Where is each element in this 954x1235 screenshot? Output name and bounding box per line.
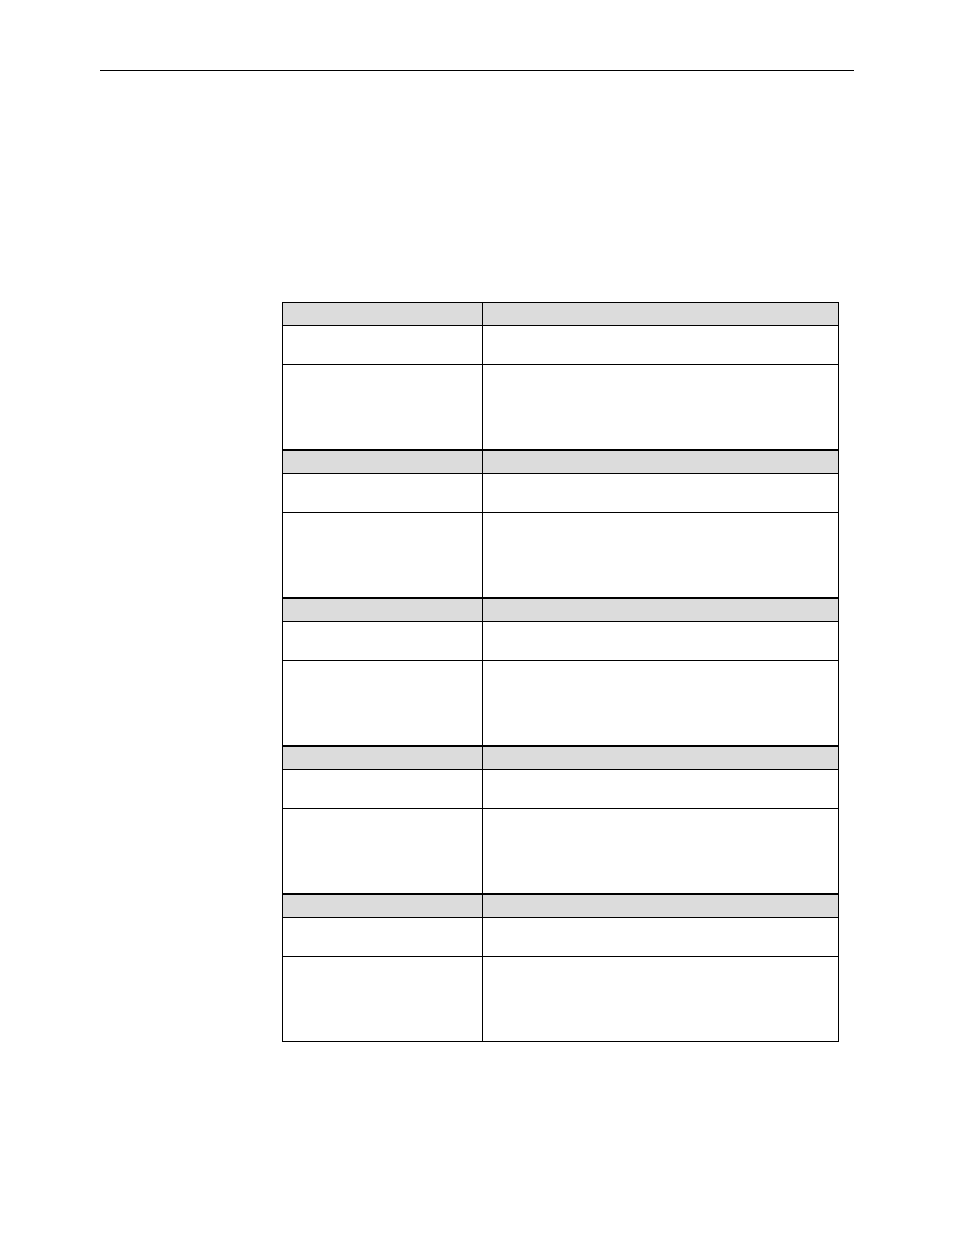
event-block-header-row: [283, 895, 839, 918]
event-block-row: [283, 957, 839, 1042]
page-header: [100, 40, 854, 80]
event-block-cell-left: [283, 770, 483, 809]
event-block-row: [283, 474, 839, 513]
event-block-header-right: [483, 303, 839, 326]
event-block-header-right: [483, 747, 839, 770]
event-block-cell-right: [483, 474, 839, 513]
event-tables-container: [282, 302, 839, 1042]
event-block-cell-left: [283, 474, 483, 513]
event-block: [282, 598, 839, 746]
event-block-header-row: [283, 451, 839, 474]
event-block-cell-right: [483, 918, 839, 957]
event-block: [282, 450, 839, 598]
event-block-cell-right: [483, 809, 839, 894]
event-block-header-left: [283, 747, 483, 770]
event-block-cell-left: [283, 661, 483, 746]
event-block-header-left: [283, 599, 483, 622]
event-block-cell-left: [283, 918, 483, 957]
event-block-cell-right: [483, 622, 839, 661]
event-block-header-row: [283, 747, 839, 770]
event-block-row: [283, 770, 839, 809]
event-block-cell-right: [483, 365, 839, 450]
event-block-row: [283, 365, 839, 450]
event-block-header-right: [483, 451, 839, 474]
event-block-header-left: [283, 303, 483, 326]
event-block-header-left: [283, 451, 483, 474]
event-block-row: [283, 918, 839, 957]
event-block-cell-right: [483, 661, 839, 746]
event-block-cell-left: [283, 326, 483, 365]
event-block-row: [283, 809, 839, 894]
event-block-cell-right: [483, 513, 839, 598]
event-block-header-row: [283, 303, 839, 326]
event-block-row: [283, 622, 839, 661]
event-block-header-row: [283, 599, 839, 622]
event-block-row: [283, 513, 839, 598]
event-block-row: [283, 661, 839, 746]
event-block-cell-left: [283, 957, 483, 1042]
event-block-header-right: [483, 895, 839, 918]
event-block-row: [283, 326, 839, 365]
event-block-cell-left: [283, 622, 483, 661]
header-rule: [100, 70, 854, 71]
event-block: [282, 746, 839, 894]
event-block-cell-left: [283, 365, 483, 450]
event-block: [282, 894, 839, 1042]
event-block-cell-right: [483, 957, 839, 1042]
event-block-cell-left: [283, 513, 483, 598]
event-block-header-right: [483, 599, 839, 622]
event-block-cell-right: [483, 770, 839, 809]
event-block-header-left: [283, 895, 483, 918]
event-block-cell-right: [483, 326, 839, 365]
event-block: [282, 302, 839, 450]
event-block-cell-left: [283, 809, 483, 894]
